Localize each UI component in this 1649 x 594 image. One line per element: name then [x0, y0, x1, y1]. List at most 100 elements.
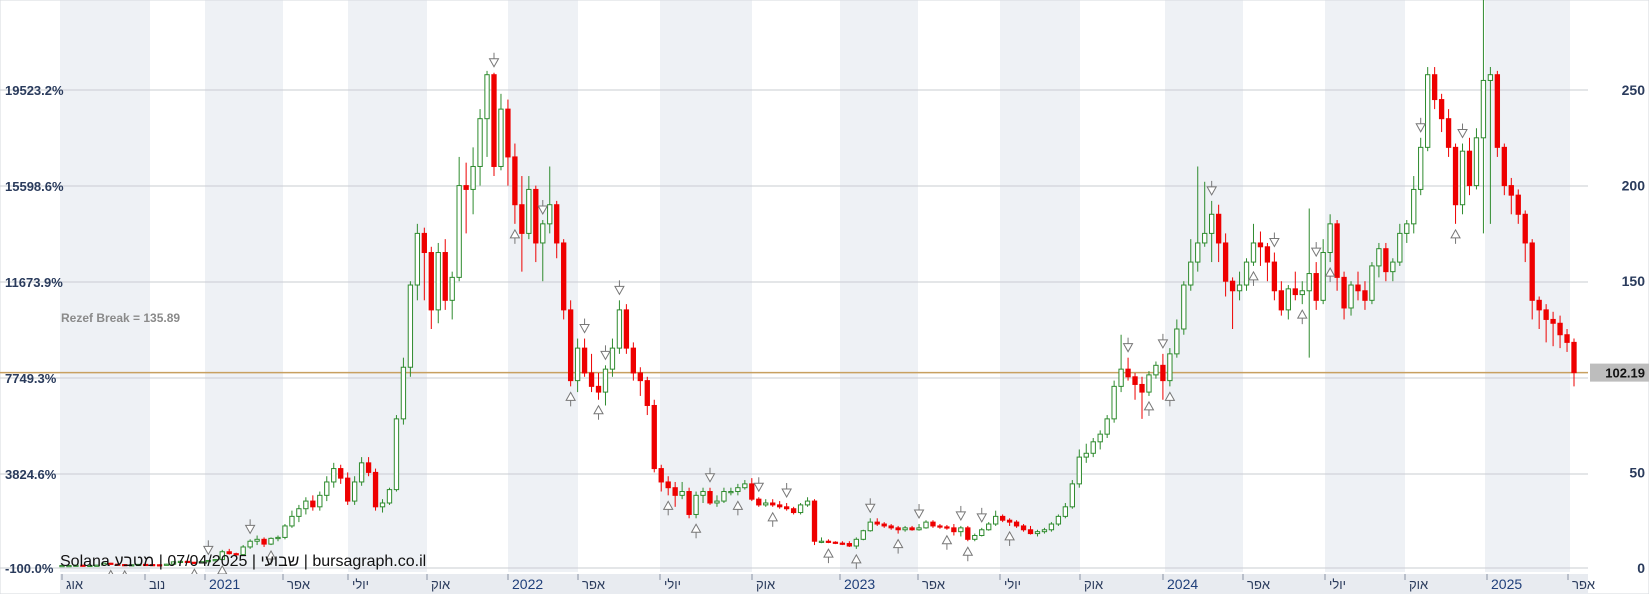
marker-arrow	[1296, 309, 1308, 319]
candle-body-down	[1278, 290, 1285, 311]
candle-body-up	[728, 491, 734, 494]
candle-body-up	[1111, 385, 1117, 420]
candle-body-up	[1209, 213, 1215, 234]
candle-body-down	[338, 468, 344, 479]
candle	[338, 464, 344, 484]
x-axis-tick-label: יולי	[1004, 577, 1021, 592]
candle	[1466, 137, 1473, 196]
marker-arrow	[1248, 270, 1259, 281]
candle	[1111, 380, 1117, 423]
candle	[1104, 415, 1110, 438]
candle-body-down	[1550, 318, 1556, 324]
candle	[783, 502, 790, 511]
candle	[1069, 480, 1075, 509]
pivot-low-marker	[593, 404, 604, 420]
candle	[1438, 93, 1445, 133]
candle-body-down	[888, 525, 894, 529]
candle-body-down	[505, 108, 511, 158]
x-axis-tick-label: אוק	[1409, 577, 1428, 592]
candle-body-down	[1229, 280, 1236, 292]
candle-body-up	[853, 538, 859, 547]
candle-body-up	[1104, 418, 1110, 435]
candle-body-up	[1459, 150, 1466, 206]
pivot-low-marker	[823, 548, 834, 564]
candle-body-up	[1055, 515, 1062, 525]
right-axis-tick-label: 200	[1622, 178, 1646, 194]
candle-body-down	[533, 188, 539, 244]
pivot-high-marker	[579, 318, 590, 334]
candle-body-up	[818, 540, 825, 543]
candle-body-up	[498, 108, 504, 167]
candle-body-up	[275, 536, 281, 540]
left-axis-tick-label: -100.0%	[5, 561, 54, 576]
candle-body-up	[679, 491, 685, 496]
candle	[958, 525, 964, 537]
candle	[986, 522, 992, 531]
candle	[428, 246, 434, 329]
pivot-high-marker	[600, 345, 611, 361]
candle	[1181, 281, 1187, 335]
candle-body-up	[1390, 261, 1396, 273]
marker-arrow	[941, 534, 953, 545]
marker-arrow	[781, 488, 793, 499]
candle-body-up	[1397, 232, 1403, 263]
x-axis-tick-label: יולי	[664, 577, 681, 592]
candle	[1278, 281, 1285, 316]
candle-body-up	[303, 500, 309, 510]
candle-body-down	[567, 309, 574, 382]
pivot-low-marker	[1450, 228, 1461, 244]
candle-body-down	[581, 347, 588, 374]
candle	[247, 539, 253, 549]
candle-body-up	[1174, 328, 1180, 355]
candle-body-up	[331, 468, 337, 483]
candle-body-down	[1160, 364, 1166, 382]
rezef-break-annotation: Rezef Break = 135.89	[61, 311, 180, 325]
candle	[818, 537, 825, 544]
candle	[1299, 281, 1305, 305]
candle-body-up	[721, 491, 727, 502]
left-axis-tick-label: 11673.9%	[5, 275, 63, 290]
pivot-high-marker	[1122, 337, 1134, 353]
candle-body-down	[345, 477, 351, 502]
candle-body-down	[783, 506, 790, 510]
candle	[324, 476, 330, 502]
candle-body-down	[1355, 284, 1361, 292]
candle-body-down	[1571, 341, 1577, 374]
x-axis-tick-label: אפר	[1572, 577, 1595, 592]
candlestick-chart: 19523.2% 15598.6% 11673.9% 7749.3% 3824.6% -1…	[0, 0, 1649, 594]
pivot-low-marker	[1248, 270, 1259, 286]
candle-body-up	[289, 515, 295, 527]
pivot-high-marker	[1457, 123, 1468, 139]
left-axis-tick-label: 3824.6%	[5, 467, 57, 482]
candle	[860, 529, 866, 541]
candle-body-up	[714, 500, 720, 504]
candle-body-up	[916, 527, 922, 531]
candle-body-up	[386, 489, 393, 504]
candle	[268, 537, 274, 546]
candle-body-down	[756, 498, 762, 506]
candle	[602, 365, 609, 406]
candle-body-up	[1480, 79, 1487, 139]
pivot-high-marker	[781, 482, 793, 499]
candle-body-down	[310, 500, 316, 508]
candle	[386, 487, 393, 505]
candle	[1132, 372, 1138, 400]
x-axis-tick-label: נוב	[149, 577, 165, 592]
candle-body-down	[512, 156, 518, 206]
right-price-axis: 250 200 150 50 0	[1622, 82, 1646, 576]
right-axis-tick-label: 50	[1629, 464, 1645, 480]
candle-body-down	[1257, 242, 1264, 248]
right-axis-tick-label: 150	[1622, 273, 1646, 289]
candle-body-up	[477, 118, 483, 167]
candle-body-up	[1090, 441, 1096, 454]
pivot-low-marker	[1143, 400, 1155, 416]
candle	[393, 415, 400, 492]
marker-arrow	[1122, 343, 1134, 353]
candle	[1285, 285, 1291, 320]
candle-body-up	[540, 223, 546, 244]
candle-body-down	[874, 521, 880, 525]
candle	[1320, 239, 1326, 305]
candle-body-down	[665, 481, 671, 489]
candle-body-down	[686, 491, 692, 515]
month-band	[60, 0, 150, 572]
